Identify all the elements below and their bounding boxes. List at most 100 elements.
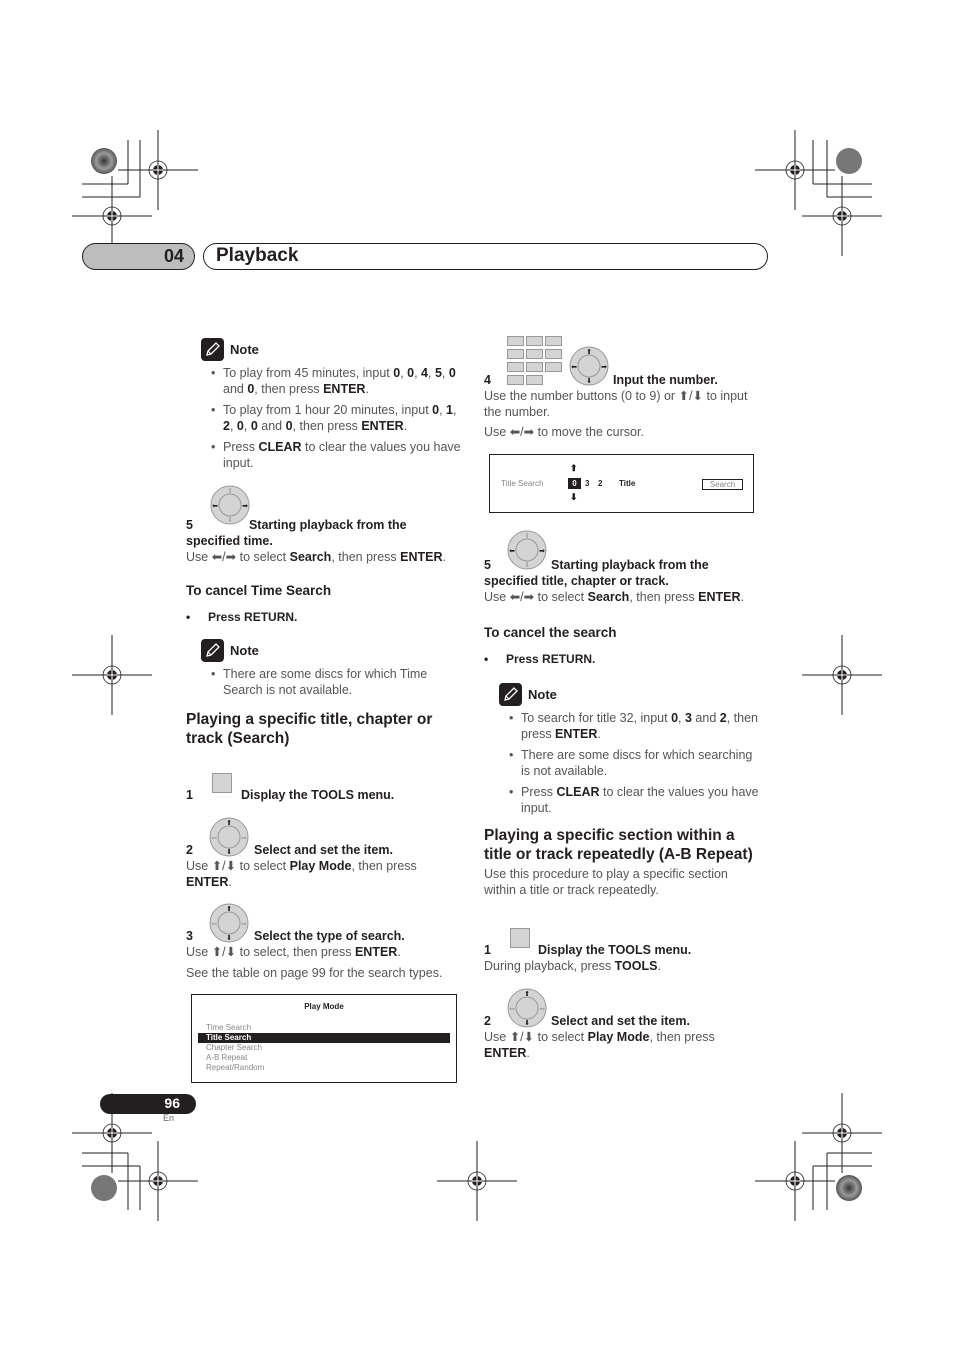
play-mode-item: Time Search bbox=[206, 1023, 252, 1032]
play-mode-item: A-B Repeat bbox=[206, 1053, 248, 1062]
note-item: There are some discs for which searching… bbox=[509, 747, 764, 779]
note-item: There are some discs for which Time Sear… bbox=[211, 666, 466, 698]
svg-text:⬅: ⬅ bbox=[212, 503, 218, 510]
section-intro: Use this procedure to play a specific se… bbox=[484, 867, 728, 897]
page-language: En bbox=[163, 1113, 175, 1123]
tools-button-icon bbox=[212, 773, 232, 793]
step-number: 1 bbox=[186, 788, 193, 802]
step-2: 2 Select and set the item. Use ⬆/⬇ to sel… bbox=[484, 1013, 759, 1061]
cancel-bullet: • Press RETURN. bbox=[484, 652, 596, 666]
cancel-bullet: • Press RETURN. bbox=[186, 610, 298, 624]
note-block: Note To play from 45 minutes, input 0, 0… bbox=[186, 338, 466, 471]
step-number: 5 bbox=[186, 518, 193, 532]
note-item: Press CLEAR to clear the values you have… bbox=[211, 439, 466, 471]
step-description: Use ⬅/➡ to select Search, then press ENT… bbox=[186, 550, 446, 564]
chapter-number: 04 bbox=[163, 246, 184, 266]
step-2: 2 Select and set the item. Use ⬆/⬇ to sel… bbox=[186, 842, 461, 890]
svg-text:⬆: ⬆ bbox=[226, 819, 232, 827]
step-description: Use ⬅/➡ to move the cursor. bbox=[484, 425, 644, 439]
note-item: To search for title 32, input 0, 3 and 2… bbox=[509, 710, 764, 742]
step-description: During playback, press TOOLS. bbox=[484, 959, 661, 973]
step-number: 5 bbox=[484, 558, 491, 572]
page-number: 96 bbox=[164, 1095, 180, 1111]
step-extra: See the table on page 99 for the search … bbox=[186, 966, 443, 980]
crop-marks bbox=[0, 0, 954, 1351]
pencil-note-icon bbox=[201, 338, 224, 361]
svg-text:⬆: ⬆ bbox=[227, 487, 233, 495]
chapter-title-bar: Playback bbox=[203, 243, 768, 270]
step-number: 3 bbox=[186, 929, 193, 943]
play-mode-title: Play Mode bbox=[304, 1002, 344, 1011]
step-title: Starting playback from the bbox=[551, 558, 709, 572]
step-3: 3 Select the type of search. Use ⬆/⬇ to s… bbox=[186, 928, 466, 981]
arrow-up-icon: ⬆ bbox=[570, 463, 578, 473]
chapter-title: Playback bbox=[216, 245, 299, 266]
svg-text:⬅: ⬅ bbox=[509, 1006, 515, 1013]
step-title: Select and set the item. bbox=[254, 843, 393, 857]
note-block: Note To search for title 32, input 0, 3 … bbox=[484, 683, 764, 816]
step-title-cont: specified title, chapter or track. bbox=[484, 574, 669, 588]
note-item: To play from 1 hour 20 minutes, input 0,… bbox=[211, 402, 466, 434]
play-mode-item: Repeat/Random bbox=[206, 1063, 265, 1072]
unit-label: Title bbox=[619, 479, 636, 488]
left-column: Note To play from 45 minutes, input 0, 0… bbox=[186, 338, 466, 748]
svg-text:➡: ➡ bbox=[241, 921, 247, 928]
step-number: 2 bbox=[186, 843, 193, 857]
step-title: Display the TOOLS menu. bbox=[538, 943, 692, 957]
svg-text:➡: ➡ bbox=[539, 548, 545, 555]
svg-text:➡: ➡ bbox=[601, 364, 607, 371]
step-title: Select the type of search. bbox=[254, 929, 405, 943]
step-5: ⬆ ⬇ ⬅ ➡ 5 Starting playback from the specif… bbox=[186, 485, 466, 565]
svg-text:⬅: ⬅ bbox=[211, 921, 217, 928]
play-mode-item-selected: Title Search bbox=[198, 1033, 450, 1043]
step-number: 1 bbox=[484, 943, 491, 957]
step-4: 4 Input the number. Use the number button… bbox=[484, 372, 759, 440]
section-heading-search: Playing a specific title, chapter or tra… bbox=[186, 711, 433, 747]
play-mode-item: Chapter Search bbox=[206, 1043, 263, 1052]
svg-text:⬅: ⬅ bbox=[211, 835, 217, 842]
note-block: Note There are some discs for which Time… bbox=[186, 639, 466, 698]
note-label: Note bbox=[528, 686, 557, 702]
pencil-note-icon bbox=[499, 683, 522, 706]
svg-text:➡: ➡ bbox=[242, 503, 248, 510]
svg-text:⬆: ⬆ bbox=[586, 348, 592, 356]
step-title: Select and set the item. bbox=[551, 1014, 690, 1028]
chapter-number-badge: 04 bbox=[82, 243, 195, 270]
arrow-down-icon: ⬇ bbox=[570, 492, 578, 502]
digit: 3 bbox=[585, 479, 590, 488]
svg-text:⬆: ⬆ bbox=[226, 905, 232, 913]
step-title: Input the number. bbox=[613, 373, 718, 387]
search-button: Search bbox=[702, 479, 743, 490]
svg-text:➡: ➡ bbox=[539, 1006, 545, 1013]
title-search-label: Title Search bbox=[501, 479, 544, 488]
starburst-mark bbox=[91, 148, 117, 174]
step-title: Starting playback from the bbox=[248, 518, 407, 532]
note-list: There are some discs for which Time Sear… bbox=[201, 666, 466, 698]
svg-text:⬅: ⬅ bbox=[509, 548, 515, 555]
note-item: Press CLEAR to clear the values you have… bbox=[509, 784, 764, 816]
note-label: Note bbox=[230, 341, 259, 357]
step-5: 5 Starting playback from the specified ti… bbox=[484, 557, 764, 898]
step-number: 4 bbox=[484, 373, 491, 387]
note-list: To search for title 32, input 0, 3 and 2… bbox=[499, 710, 764, 816]
svg-text:⬅: ⬅ bbox=[571, 364, 577, 371]
page-number-badge: 96 bbox=[100, 1094, 196, 1114]
step-description: Use ⬅/➡ to select Search, then press ENT… bbox=[484, 590, 744, 604]
section-heading-ab-repeat: Playing a specific section within a titl… bbox=[484, 827, 753, 863]
title-search-screen: ⬆ Title Search 0 3 2 Title Search ⬇ bbox=[489, 454, 754, 513]
cancel-time-search-heading: To cancel Time Search bbox=[186, 583, 332, 598]
svg-text:⬆: ⬆ bbox=[524, 990, 530, 998]
digit: 2 bbox=[598, 479, 603, 488]
note-label: Note bbox=[230, 642, 259, 658]
cancel-search-heading: To cancel the search bbox=[484, 625, 617, 640]
svg-text:⬆: ⬆ bbox=[524, 532, 530, 540]
step-title-cont: specified time. bbox=[186, 534, 273, 548]
step-number: 2 bbox=[484, 1014, 491, 1028]
step-1: 1 Display the TOOLS menu. During playback… bbox=[484, 942, 764, 974]
pencil-note-icon bbox=[201, 639, 224, 662]
step-1: 1 Display the TOOLS menu. bbox=[186, 788, 394, 802]
digit-active: 0 bbox=[568, 478, 581, 489]
step-title: Display the TOOLS menu. bbox=[241, 788, 395, 802]
step-description: Use the number buttons (0 to 9) or ⬆/⬇ t… bbox=[484, 389, 748, 419]
step-description: Use ⬆/⬇ to select Play Mode, then press … bbox=[484, 1030, 715, 1060]
